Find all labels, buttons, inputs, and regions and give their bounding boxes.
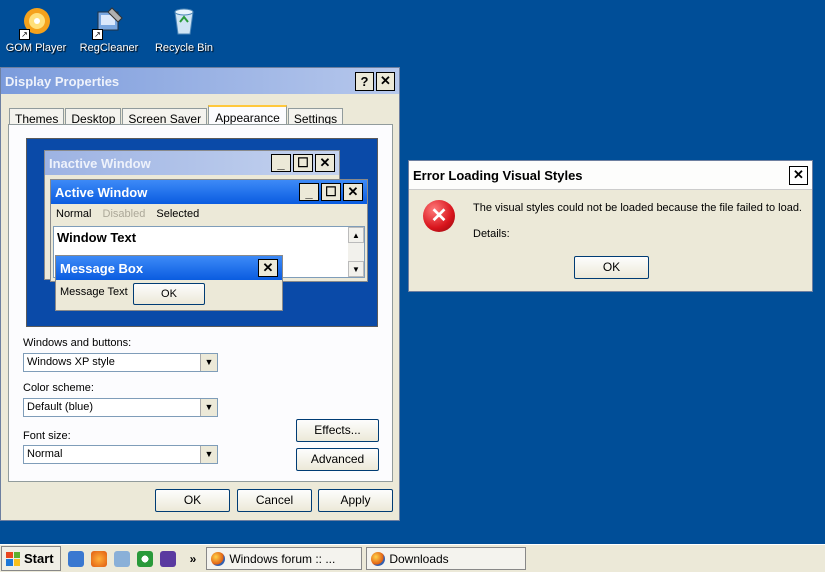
error-icon: ✕ (423, 200, 455, 232)
chevron-down-icon[interactable]: ▼ (200, 354, 217, 371)
color-scheme-value: Default (blue) (27, 401, 94, 413)
display-properties-titlebar[interactable]: Display Properties ? ✕ (1, 68, 399, 94)
firefox-icon (371, 551, 386, 566)
menu-disabled: Disabled (102, 208, 146, 220)
chevron-down-icon[interactable]: ▼ (200, 446, 217, 463)
messenger-icon[interactable] (113, 550, 130, 567)
desktop-icon-recycle-bin[interactable]: Recycle Bin (148, 4, 220, 54)
color-scheme-label: Color scheme: (23, 382, 94, 394)
menu-selected: Selected (156, 208, 200, 220)
preview-active-titlebar: Active Window _ ☐ ✕ (51, 180, 367, 204)
error-ok-button[interactable]: OK (574, 256, 649, 279)
windows-buttons-select[interactable]: Windows XP style ▼ (23, 353, 218, 372)
error-message: The visual styles could not be loaded be… (473, 202, 802, 214)
minimize-icon: _ (299, 183, 319, 201)
taskbar-item-windows-forum[interactable]: Windows forum :: ... (206, 547, 363, 570)
window-title: Display Properties (5, 73, 120, 89)
appearance-preview: Inactive Window _ ☐ ✕ Active Window _ ☐ … (26, 138, 378, 327)
start-button[interactable]: Start (1, 546, 61, 571)
menu-normal: Normal (56, 208, 92, 220)
effects-button[interactable]: Effects... (296, 419, 379, 442)
preview-inactive-titlebar: Inactive Window _ ☐ ✕ (45, 151, 339, 175)
appearance-panel: Inactive Window _ ☐ ✕ Active Window _ ☐ … (8, 124, 393, 482)
close-button[interactable]: ✕ (789, 165, 808, 185)
error-dialog-title: Error Loading Visual Styles (413, 167, 583, 183)
maximize-icon: ☐ (293, 154, 313, 172)
preview-menu-bar: Normal Disabled Selected (56, 208, 199, 220)
windows-flag-icon (6, 551, 20, 566)
firefox-icon (211, 551, 226, 566)
window-text: Window Text (57, 230, 137, 245)
error-dialog-titlebar[interactable]: Error Loading Visual Styles ✕ (409, 161, 812, 190)
close-button[interactable]: ✕ (376, 71, 395, 91)
message-box-title: Message Box (60, 260, 144, 276)
windows-buttons-label: Windows and buttons: (23, 337, 132, 349)
task-label: Downloads (389, 551, 449, 566)
show-desktop-icon[interactable] (67, 550, 84, 567)
close-icon: ✕ (315, 154, 335, 172)
preview-scrollbar: ▲ ▼ (348, 227, 364, 277)
font-size-value: Normal (27, 448, 63, 460)
task-label: Windows forum :: ... (229, 551, 336, 566)
cancel-button[interactable]: Cancel (237, 489, 312, 512)
close-icon: ✕ (343, 183, 363, 201)
media-player-icon[interactable] (136, 550, 153, 567)
inactive-window-title: Inactive Window (49, 155, 151, 171)
firefox-quicklaunch-icon[interactable] (90, 550, 107, 567)
start-label: Start (24, 551, 54, 566)
desktop-icon-label: RegCleaner (79, 42, 139, 54)
maximize-icon: ☐ (321, 183, 341, 201)
ok-button[interactable]: OK (155, 489, 230, 512)
font-size-label: Font size: (23, 430, 71, 442)
shortcut-arrow-icon: ↗ (92, 29, 103, 40)
preview-ok-button: OK (133, 283, 205, 305)
taskbar: Start » Windows forum :: ... Downloads (0, 544, 825, 572)
scroll-down-icon: ▼ (348, 261, 364, 277)
desktop-icon-regcleaner[interactable]: ↗ RegCleaner (73, 4, 145, 54)
chevron-down-icon[interactable]: ▼ (200, 399, 217, 416)
preview-message-box: Message Box ✕ Message Text OK (55, 255, 283, 311)
error-dialog: Error Loading Visual Styles ✕ ✕ The visu… (408, 160, 813, 292)
scroll-up-icon: ▲ (348, 227, 364, 243)
active-window-title: Active Window (55, 184, 148, 200)
save-icon[interactable] (159, 550, 176, 567)
desktop-icon-gom-player[interactable]: ↗ GOM Player (0, 4, 72, 54)
close-icon: ✕ (258, 259, 278, 277)
desktop-icon-label: GOM Player (5, 42, 67, 54)
desktop-icon-label: Recycle Bin (154, 42, 214, 54)
apply-button[interactable]: Apply (318, 489, 393, 512)
windows-buttons-value: Windows XP style (27, 356, 115, 368)
preview-message-box-titlebar: Message Box ✕ (56, 256, 282, 280)
shortcut-arrow-icon: ↗ (19, 29, 30, 40)
advanced-button[interactable]: Advanced (296, 448, 379, 471)
color-scheme-select[interactable]: Default (blue) ▼ (23, 398, 218, 417)
gom-player-icon: ↗ (19, 4, 53, 40)
font-size-select[interactable]: Normal ▼ (23, 445, 218, 464)
recycle-bin-icon (167, 4, 201, 38)
taskbar-item-downloads[interactable]: Downloads (366, 547, 527, 570)
chevron-more-icon[interactable]: » (190, 552, 197, 566)
regcleaner-icon: ↗ (92, 4, 126, 40)
display-properties-window: Display Properties ? ✕ Themes Desktop Sc… (0, 67, 400, 521)
error-details: Details: (473, 228, 510, 240)
message-text: Message Text (60, 286, 128, 298)
minimize-icon: _ (271, 154, 291, 172)
help-button[interactable]: ? (355, 71, 374, 91)
